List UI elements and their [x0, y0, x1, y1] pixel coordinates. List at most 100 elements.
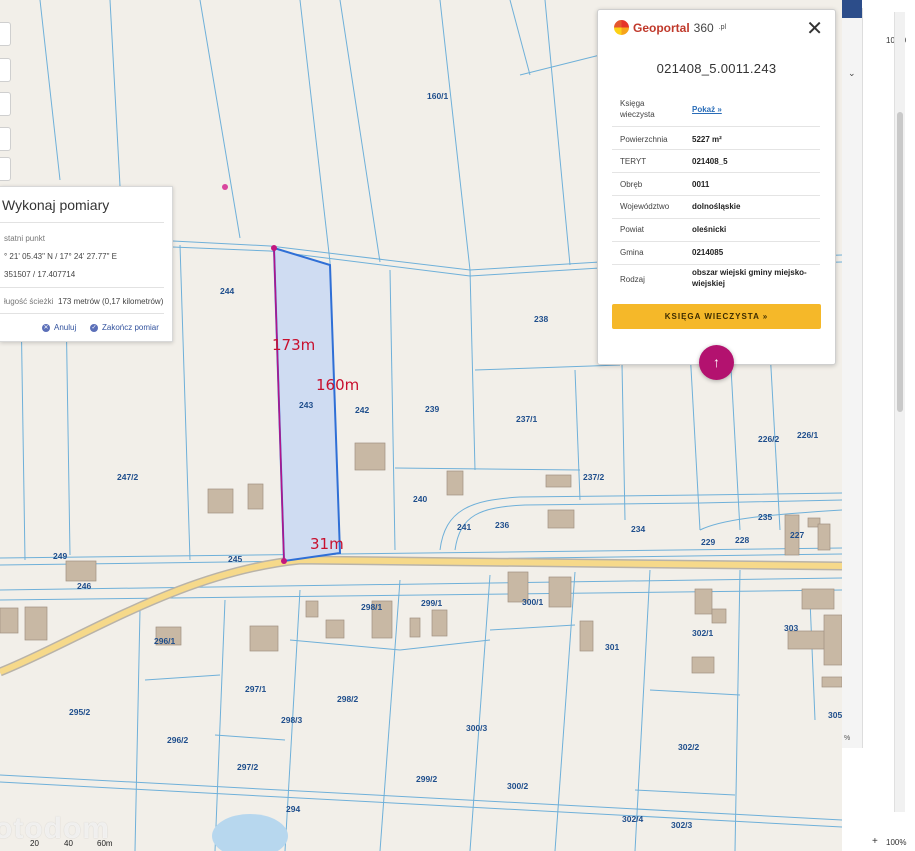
- parcel-label: 301: [605, 642, 619, 652]
- row-key: Województwo: [620, 202, 670, 211]
- finish-measure-button[interactable]: ✓ Zakończ pomiar: [90, 323, 159, 332]
- path-length-label: ługość ścieżki: [4, 297, 54, 306]
- close-icon[interactable]: ✕: [806, 19, 823, 39]
- info-row-area: Powierzchnia 5227 m²: [612, 127, 820, 150]
- parcel-info-panel: Geoportal 360 .pl ✕ 021408_5.0011.243 Księ…: [597, 9, 836, 365]
- row-key: TERYT: [620, 157, 647, 166]
- row-value: dolnośląskie: [692, 202, 741, 211]
- zoom-level: 100%: [886, 838, 907, 847]
- row-value: oleśnicki: [692, 225, 727, 234]
- parcel-label: 239: [425, 404, 439, 414]
- path-length-value: 173 metrów (0,17 kilometrów): [58, 297, 164, 306]
- parcel-label: 298/3: [281, 715, 303, 725]
- row-value: 0011: [692, 180, 710, 189]
- info-row-gmina: Gmina 0214085: [612, 242, 820, 265]
- side-column: [842, 8, 863, 748]
- parcel-label: 299/1: [421, 598, 443, 608]
- parcel-label: 302/4: [622, 814, 644, 824]
- row-value: 5227 m²: [692, 135, 722, 144]
- coords-dms: ° 21' 05.43" N / 17° 24' 27.77" E: [4, 252, 117, 261]
- check-icon: ✓: [90, 323, 98, 332]
- parcel-label: 297/1: [245, 684, 267, 694]
- scrollbar[interactable]: [894, 12, 905, 812]
- divider: [0, 222, 164, 223]
- parcel-label: 296/1: [154, 636, 176, 646]
- row-key: Rodzaj: [620, 275, 645, 284]
- parcel-label: 245: [228, 554, 242, 564]
- logo-text-pl: .pl: [718, 24, 727, 31]
- parcel-label: 240: [413, 494, 427, 504]
- map-tool-button[interactable]: [0, 127, 11, 151]
- map-tool-button[interactable]: [0, 22, 11, 46]
- cancel-button[interactable]: ✕ Anuluj: [42, 323, 76, 332]
- row-value: obszar wiejski gminy miejsko-wiejskiej: [692, 268, 807, 288]
- parcel-label: 298/2: [337, 694, 359, 704]
- layers-tool-button[interactable]: [0, 92, 11, 116]
- parcel-label: 249: [53, 551, 67, 561]
- row-key: Powierzchnia: [620, 135, 668, 144]
- parcel-label: 294: [286, 804, 300, 814]
- info-row-teryt: TERYT 021408_5: [612, 150, 820, 173]
- parcel-label: 302/2: [678, 742, 700, 752]
- parcel-label: 160/1: [427, 91, 449, 101]
- chevron-down-icon[interactable]: ⌄: [848, 68, 856, 79]
- parcel-label: 302/3: [671, 820, 693, 830]
- logo-text: Geoportal: [633, 20, 690, 35]
- row-value: 021408_5: [692, 157, 728, 166]
- measure-title: Wykonaj pomiary: [2, 197, 110, 213]
- parcel-label: 228: [735, 535, 749, 545]
- divider: [0, 287, 164, 288]
- parcel-label: 226/1: [797, 430, 819, 440]
- parcel-label: 226/2: [758, 434, 780, 444]
- parcel-label: 300/2: [507, 781, 529, 791]
- percent-text: %: [844, 735, 851, 742]
- parcel-label: 243: [299, 400, 313, 410]
- parcel-label: 237/2: [583, 472, 605, 482]
- parcel-label: 305: [828, 710, 842, 720]
- measure-label-31: 31m: [310, 535, 344, 553]
- parcel-label: 236: [495, 520, 509, 530]
- arrow-up-icon[interactable]: ↑: [699, 345, 734, 380]
- parcel-label: 241: [457, 522, 471, 532]
- parcel-id-title: 021408_5.0011.243: [656, 61, 777, 76]
- zoom-in-icon[interactable]: +: [872, 836, 878, 847]
- parcel-label: 299/2: [416, 774, 438, 784]
- parcel-label: 303: [784, 623, 798, 633]
- ksiega-wieczysta-button[interactable]: KSIĘGA WIECZYSTA »: [612, 304, 821, 329]
- row-key: Księga wieczysta: [620, 99, 655, 119]
- parcel-label: 300/1: [522, 597, 544, 607]
- parcel-label: 235: [758, 512, 772, 522]
- last-point-label: statni punkt: [4, 234, 45, 243]
- map-tool-button[interactable]: [0, 157, 11, 181]
- row-value: 0214085: [692, 248, 724, 257]
- info-row-kw: Księga wieczysta Pokaż »: [612, 94, 820, 127]
- parcel-label: 295/2: [69, 707, 91, 717]
- parcel-label: 242: [355, 405, 369, 415]
- parcel-label: 227: [790, 530, 804, 540]
- cancel-icon: ✕: [42, 323, 50, 332]
- parcel-label: 229: [701, 537, 715, 547]
- parcel-label: 300/3: [466, 723, 488, 733]
- parcel-label: 234: [631, 524, 645, 534]
- parcel-label: 246: [77, 581, 91, 591]
- side-header-block: [842, 0, 862, 18]
- row-key: Obręb: [620, 180, 643, 189]
- info-row-rodzaj: Rodzaj obszar wiejski gminy miejsko-wiej…: [612, 265, 820, 293]
- parcel-label: 296/2: [167, 735, 189, 745]
- measure-panel: Wykonaj pomiary statni punkt ° 21' 05.43…: [0, 186, 173, 342]
- logo-text-360: 360: [693, 20, 714, 35]
- map-tool-button[interactable]: [0, 58, 11, 82]
- info-row-obreb: Obręb 0011: [612, 173, 820, 196]
- scrollbar-thumb[interactable]: [897, 112, 903, 412]
- row-key: Powiat: [620, 225, 645, 234]
- measure-label-173: 173m: [272, 336, 315, 354]
- cancel-label: Anuluj: [54, 323, 77, 332]
- row-key: Gmina: [620, 248, 644, 257]
- kw-show-link[interactable]: Pokaż »: [692, 104, 722, 115]
- parcel-label: 237/1: [516, 414, 538, 424]
- parcel-label: 238: [534, 314, 548, 324]
- parcel-label: 297/2: [237, 762, 259, 772]
- divider: [0, 313, 164, 314]
- parcel-label: 244: [220, 286, 234, 296]
- finish-label: Zakończ pomiar: [102, 323, 159, 332]
